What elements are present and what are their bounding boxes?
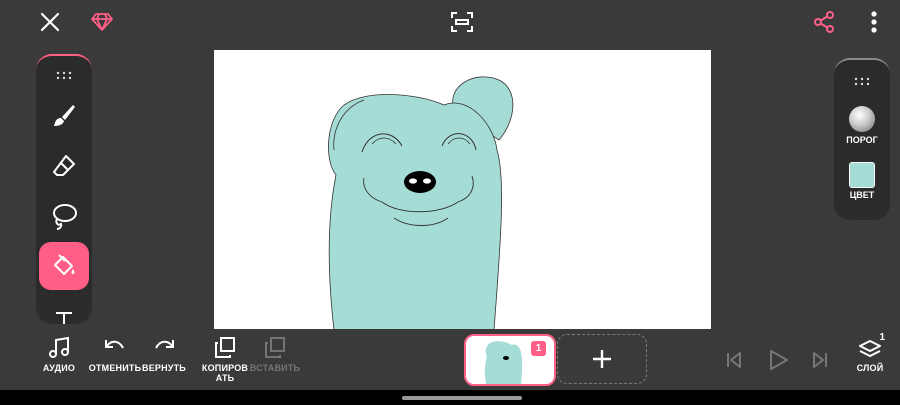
top-toolbar — [0, 0, 900, 44]
redo-label: ВЕРНУТЬ — [142, 363, 186, 373]
text-icon[interactable] — [40, 296, 88, 324]
drag-handle-icon[interactable] — [854, 74, 870, 92]
drawing-canvas[interactable] — [214, 50, 711, 329]
share-icon[interactable] — [810, 8, 838, 36]
layers-button[interactable]: 1 СЛОЙ — [840, 332, 900, 373]
home-indicator[interactable] — [402, 396, 522, 400]
drag-handle-icon[interactable] — [56, 68, 72, 86]
audio-button[interactable]: АУДИО — [29, 336, 89, 373]
plus-icon — [593, 350, 611, 368]
add-frame-button[interactable] — [557, 334, 647, 384]
color-label: ЦВЕТ — [849, 190, 875, 200]
undo-icon — [105, 340, 124, 349]
tools-panel — [36, 54, 92, 324]
audio-label: АУДИО — [42, 363, 76, 373]
character-drawing — [328, 76, 514, 329]
copy-icon — [215, 337, 235, 358]
fill-bucket-icon[interactable] — [39, 242, 89, 290]
threshold-label: ПОРОГ — [846, 135, 878, 145]
eraser-icon[interactable] — [40, 144, 88, 188]
skip-end-icon[interactable] — [810, 350, 830, 375]
copy-label: КОПИРОВАТЬ — [201, 363, 249, 383]
close-icon[interactable] — [36, 8, 64, 36]
layer-count: 1 — [879, 332, 885, 343]
paste-label: ВСТАВИТЬ — [249, 363, 301, 373]
fill-options-panel: ПОРОГ ЦВЕТ — [834, 58, 890, 220]
lasso-icon[interactable] — [40, 194, 88, 238]
bottom-toolbar: АУДИО ОТМЕНИТЬ ВЕРНУТЬ КОПИРОВАТЬ ВСТАВИ… — [0, 330, 900, 390]
color-swatch[interactable] — [849, 162, 875, 188]
threshold-knob[interactable] — [849, 106, 875, 132]
diamond-icon[interactable] — [88, 8, 116, 36]
skip-start-icon[interactable] — [724, 350, 744, 375]
music-note-icon — [49, 336, 69, 358]
paste-icon — [265, 337, 285, 358]
more-vertical-icon[interactable] — [862, 8, 886, 36]
brush-icon[interactable] — [40, 94, 88, 138]
paste-button[interactable]: ВСТАВИТЬ — [245, 336, 305, 373]
frame-number-badge: 1 — [531, 341, 546, 356]
fullscreen-icon[interactable] — [448, 8, 476, 36]
redo-icon — [155, 340, 174, 349]
redo-button[interactable]: ВЕРНУТЬ — [134, 336, 194, 373]
layer-label: СЛОЙ — [856, 363, 884, 373]
play-icon[interactable] — [766, 348, 790, 377]
